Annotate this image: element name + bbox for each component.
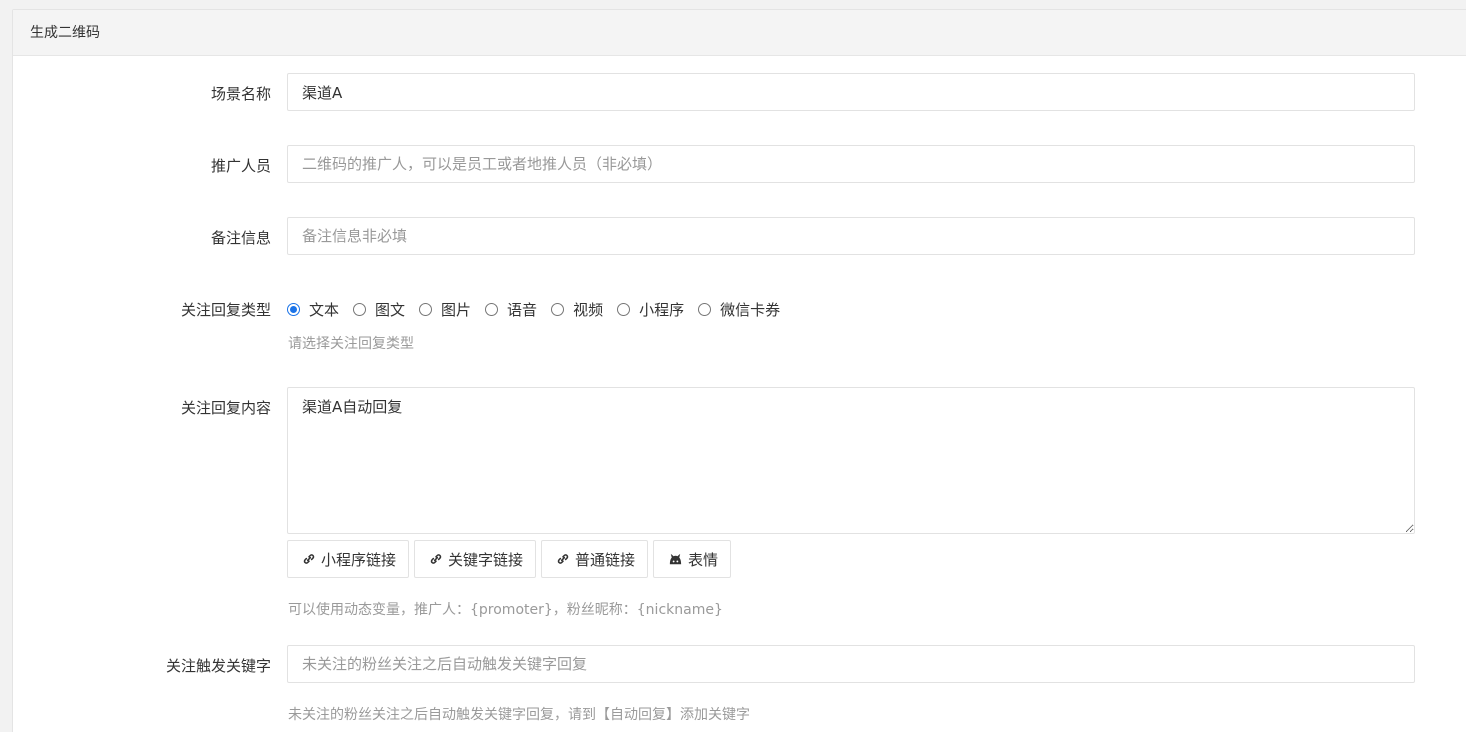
promoter-input[interactable] bbox=[287, 145, 1415, 183]
radio-dot[interactable] bbox=[353, 303, 367, 316]
link-icon bbox=[557, 554, 569, 564]
remark-input[interactable] bbox=[287, 217, 1415, 255]
panel-title: 生成二维码 bbox=[13, 10, 1466, 56]
link-icon bbox=[430, 554, 442, 564]
github-cat-icon bbox=[669, 553, 682, 564]
radio-label: 图片 bbox=[441, 301, 472, 319]
radio-image[interactable]: 图片 bbox=[419, 299, 471, 320]
radio-voice[interactable]: 语音 bbox=[485, 299, 537, 320]
button-label: 小程序链接 bbox=[321, 550, 397, 569]
reply-type-label: 关注回复类型 bbox=[180, 301, 271, 319]
promoter-label: 推广人员 bbox=[210, 157, 271, 175]
miniprogram-link-button[interactable]: 小程序链接 bbox=[287, 540, 410, 578]
button-label: 关键字链接 bbox=[448, 550, 524, 569]
radio-dot[interactable] bbox=[419, 303, 433, 316]
scene-label: 场景名称 bbox=[210, 85, 271, 103]
radio-dot[interactable] bbox=[617, 303, 631, 316]
button-label: 表情 bbox=[688, 550, 719, 569]
reply-type-radio-group: 文本 图文 图片 语音 视频 小程序 微信卡券 bbox=[287, 299, 794, 320]
radio-dot-checked[interactable] bbox=[287, 303, 300, 316]
reply-type-hint: 请选择关注回复类型 bbox=[288, 336, 414, 352]
radio-text[interactable]: 文本 bbox=[287, 299, 339, 320]
radio-label: 语音 bbox=[507, 301, 538, 319]
normal-link-button[interactable]: 普通链接 bbox=[541, 540, 649, 578]
trigger-keyword-hint: 未关注的粉丝关注之后自动触发关键字回复，请到【自动回复】添加关键字 bbox=[288, 707, 750, 723]
reply-content-label: 关注回复内容 bbox=[180, 399, 271, 417]
emoji-button[interactable]: 表情 bbox=[653, 540, 732, 578]
qrcode-panel: 生成二维码 场景名称 推广人员 备注信息 关注回复类型 文本 图文 图片 bbox=[12, 9, 1466, 732]
remark-label: 备注信息 bbox=[210, 229, 271, 247]
reply-content-hint: 可以使用动态变量，推广人：{promoter}，粉丝昵称：{nickname} bbox=[288, 602, 723, 618]
radio-label: 小程序 bbox=[639, 301, 685, 319]
button-label: 普通链接 bbox=[575, 550, 636, 569]
radio-dot[interactable] bbox=[698, 303, 712, 316]
scene-name-input[interactable] bbox=[287, 73, 1415, 111]
radio-dot[interactable] bbox=[485, 303, 499, 316]
radio-news[interactable]: 图文 bbox=[353, 299, 405, 320]
link-icon bbox=[303, 554, 315, 564]
radio-label: 微信卡券 bbox=[720, 301, 781, 319]
reply-content-textarea[interactable]: 渠道A自动回复 bbox=[287, 387, 1415, 534]
radio-label: 视频 bbox=[573, 301, 604, 319]
trigger-keyword-input[interactable] bbox=[287, 645, 1415, 683]
radio-wechat-card[interactable]: 微信卡券 bbox=[698, 299, 780, 320]
radio-video[interactable]: 视频 bbox=[551, 299, 603, 320]
radio-label: 文本 bbox=[309, 301, 340, 319]
radio-label: 图文 bbox=[375, 301, 406, 319]
radio-dot[interactable] bbox=[551, 303, 565, 316]
insert-toolbar: 小程序链接 关键字链接 普通链接 表情 bbox=[287, 540, 736, 578]
radio-miniprogram[interactable]: 小程序 bbox=[617, 299, 684, 320]
trigger-keyword-label: 关注触发关键字 bbox=[165, 657, 271, 675]
keyword-link-button[interactable]: 关键字链接 bbox=[414, 540, 537, 578]
